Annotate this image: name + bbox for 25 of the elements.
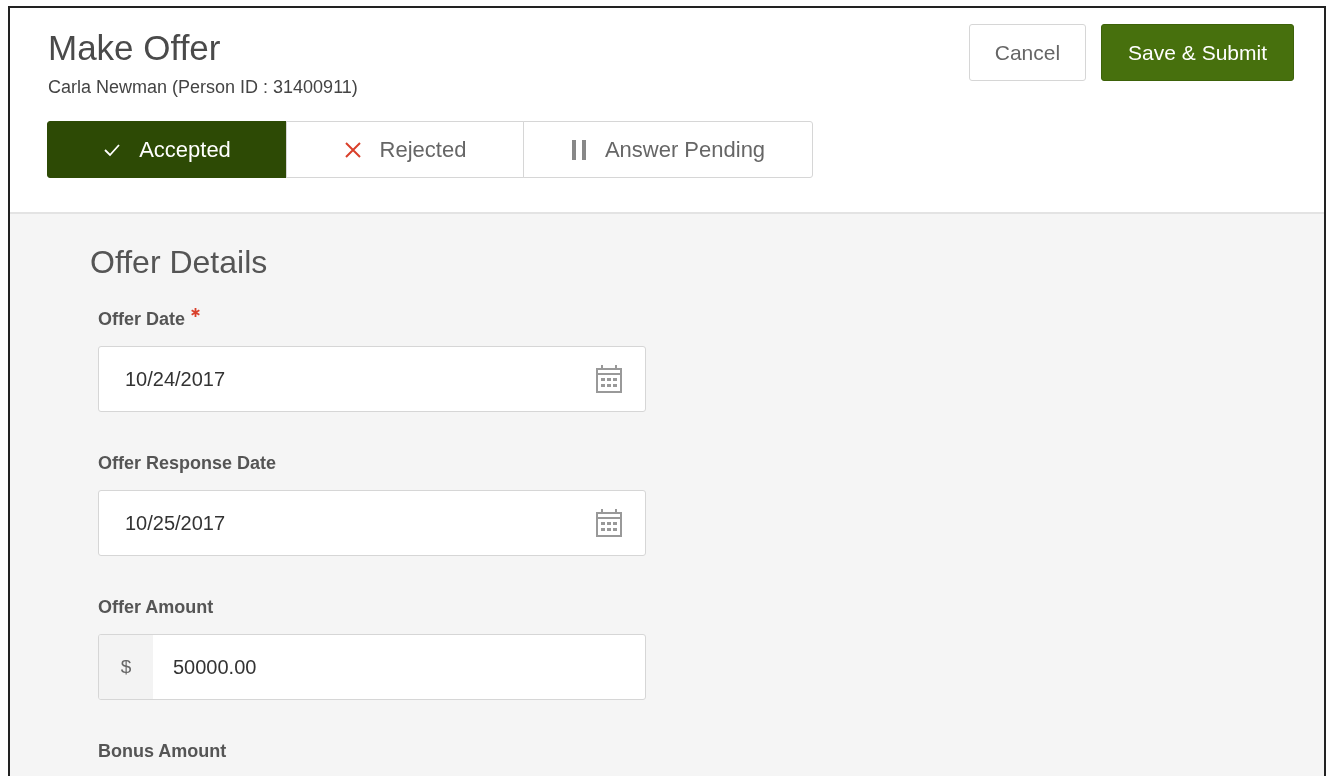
submit-button[interactable]: Save & Submit — [1101, 24, 1294, 81]
page-title: Make Offer — [48, 28, 222, 68]
field-label: Bonus Amount — [98, 740, 227, 762]
pause-icon — [570, 138, 587, 161]
date-field[interactable]: 10/24/2017 — [98, 346, 646, 412]
status-tab[interactable]: Accepted — [47, 121, 287, 178]
amount-field[interactable]: $ 50000.00 — [98, 634, 646, 700]
field-label: Offer Amount — [98, 596, 214, 618]
status-tab[interactable]: Rejected — [286, 121, 524, 178]
cross-icon — [343, 140, 362, 159]
date-value: 10/25/2017 — [125, 511, 226, 536]
section-title: Offer Details — [90, 243, 269, 282]
date-field[interactable]: 10/25/2017 — [98, 490, 646, 556]
cancel-button[interactable]: Cancel — [968, 24, 1087, 81]
calendar-icon[interactable] — [595, 508, 623, 538]
field-label: Offer Response Date — [98, 452, 277, 474]
person-subtitle: Carla Newman (Person ID : 31400911) — [48, 76, 359, 99]
field-label: Offer Date — [98, 308, 186, 330]
calendar-icon[interactable] — [595, 364, 623, 394]
date-value: 10/24/2017 — [125, 367, 226, 392]
check-icon — [103, 142, 122, 157]
status-tab[interactable]: Answer Pending — [523, 121, 813, 178]
required-asterisk-icon — [191, 308, 201, 317]
currency-prefix: $ — [120, 654, 132, 679]
amount-value: 50000.00 — [173, 655, 257, 680]
